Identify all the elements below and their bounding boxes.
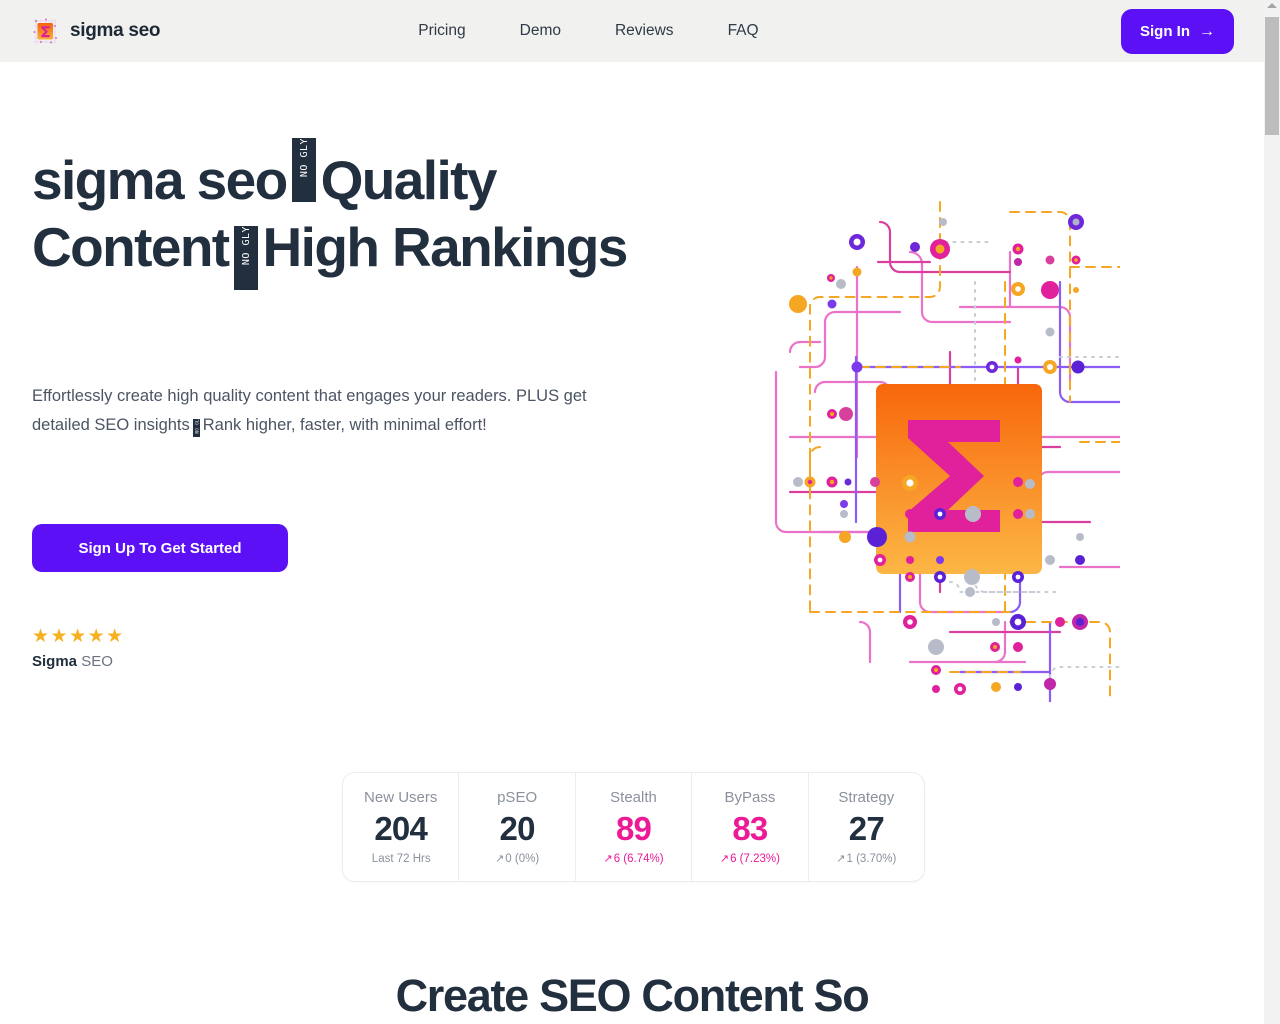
nav-item-pricing[interactable]: Pricing <box>418 14 465 48</box>
star-rating-icon: ★★★★★ <box>32 626 125 647</box>
rating-block: ★★★★★ Sigma SEO <box>32 626 125 671</box>
stat-label: ByPass <box>724 789 776 806</box>
sigma-logo-icon <box>32 17 58 45</box>
brand-logo[interactable]: sigma seo <box>32 17 161 45</box>
stat-delta: ↗1 (3.70%) <box>836 853 897 865</box>
stat-label: Stealth <box>610 789 657 806</box>
rating-suffix: SEO <box>81 653 113 670</box>
nav-item-reviews[interactable]: Reviews <box>615 14 674 48</box>
scroll-up-arrow-icon[interactable] <box>1267 3 1277 8</box>
scrollbar-thumb[interactable] <box>1265 17 1279 135</box>
stat-card-strategy: Strategy 27 ↗1 (3.70%) <box>809 773 924 881</box>
hero-title-part3: High Rankings <box>262 216 629 279</box>
stat-card-stealth: Stealth 89 ↗6 (6.74%) <box>576 773 693 881</box>
missing-glyph-box: NO GLYPH <box>191 417 201 438</box>
stat-label: Strategy <box>838 789 895 806</box>
stat-delta: ↗6 (7.23%) <box>719 853 780 865</box>
sign-in-label: Sign In <box>1140 23 1190 40</box>
section-heading: Create SEO Content So <box>395 970 870 1021</box>
hero-subtitle-part2: Rank higher, faster, with minimal effort… <box>202 416 487 434</box>
stats-bar: New Users 204 Last 72 Hrs pSEO 20 ↗0 (0%… <box>342 772 925 882</box>
stat-value: 83 <box>732 810 768 847</box>
rating-label: Sigma SEO <box>32 653 125 670</box>
brand-name: sigma seo <box>70 20 161 41</box>
hero-copy: sigma seo NO GLYPH Quality Content NO GLYPH… <box>32 137 652 291</box>
trend-arrow-icon: ↗ <box>495 853 505 865</box>
landing-page: sigma seo Pricing Demo Reviews FAQ Sign … <box>0 0 1280 1024</box>
arrow-right-icon: → <box>1199 22 1215 40</box>
stat-value: 89 <box>615 810 652 847</box>
nav-item-faq[interactable]: FAQ <box>728 14 759 48</box>
page-scrollbar[interactable] <box>1264 0 1280 1024</box>
trend-arrow-icon: ↗ <box>603 853 613 865</box>
sign-up-button[interactable]: Sign Up To Get Started <box>32 524 288 572</box>
rating-brand: Sigma <box>32 653 78 670</box>
trend-arrow-icon: ↗ <box>836 853 846 865</box>
stat-delta: ↗0 (0%) <box>495 853 540 865</box>
stat-value: 27 <box>848 810 885 847</box>
stat-label: New Users <box>364 789 438 806</box>
stat-card-bypass: ByPass 83 ↗6 (7.23%) <box>692 773 809 881</box>
missing-glyph-box: NO GLYPH <box>232 224 259 291</box>
stat-value: 20 <box>499 810 536 847</box>
sign-in-button[interactable]: Sign In → <box>1121 9 1234 54</box>
stat-delta: ↗6 (6.74%) <box>603 853 664 865</box>
page-title: sigma seo NO GLYPH Quality Content NO GLYPH… <box>32 137 652 291</box>
stat-delta: Last 72 Hrs <box>371 853 431 865</box>
main-nav: Pricing Demo Reviews FAQ <box>418 14 758 48</box>
stat-label: pSEO <box>497 789 538 806</box>
trend-arrow-icon: ↗ <box>719 853 730 865</box>
hero-subtitle: Effortlessly create high quality content… <box>32 382 592 440</box>
stat-card-pseo: pSEO 20 ↗0 (0%) <box>459 773 576 881</box>
sigma-network-graphic <box>760 192 1120 702</box>
stat-value: 204 <box>374 810 428 847</box>
stat-card-new-users: New Users 204 Last 72 Hrs <box>343 773 460 881</box>
site-header: sigma seo Pricing Demo Reviews FAQ Sign … <box>0 0 1264 62</box>
hero-title-part1: sigma seo <box>32 149 288 211</box>
nav-item-demo[interactable]: Demo <box>520 14 561 48</box>
missing-glyph-box: NO GLYPH <box>290 137 317 204</box>
